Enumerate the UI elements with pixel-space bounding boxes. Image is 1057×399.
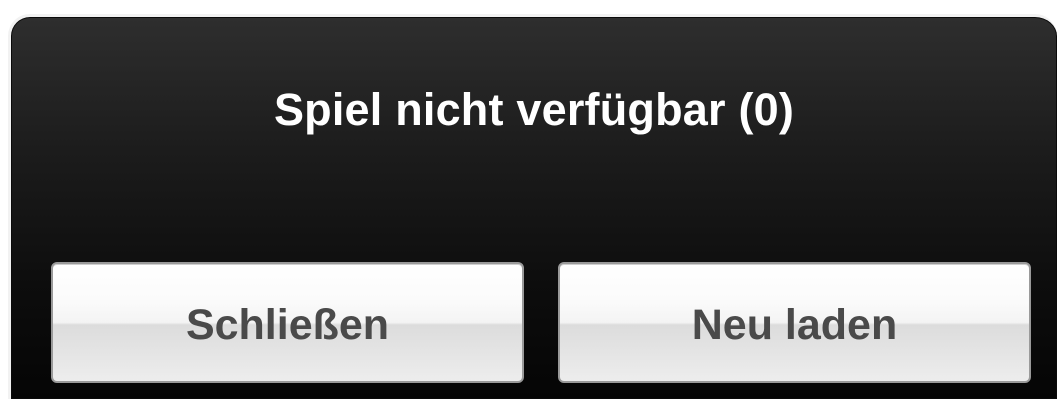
error-dialog: Spiel nicht verfügbar (0) Schließen Neu … — [8, 14, 1057, 399]
screen: Spiel nicht verfügbar (0) Schließen Neu … — [0, 0, 1057, 399]
reload-button[interactable]: Neu laden — [558, 262, 1031, 383]
close-button[interactable]: Schließen — [51, 262, 524, 383]
dialog-title: Spiel nicht verfügbar (0) — [273, 84, 795, 135]
